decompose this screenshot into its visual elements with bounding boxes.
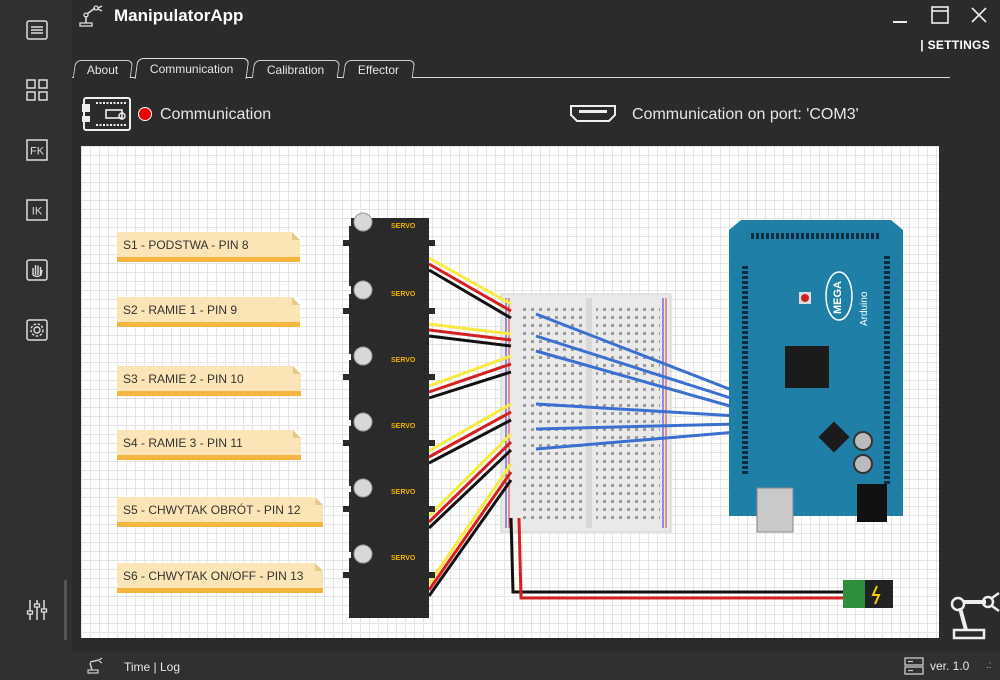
ik-label: IK xyxy=(32,206,43,218)
tab-bar: About Communication Calibration Effector xyxy=(72,58,950,79)
arduino-mega-board: MEGA Arduino xyxy=(729,220,903,533)
connection-status-indicator xyxy=(138,107,152,121)
status-bar: Time | Log ver. 1.0 .: xyxy=(72,652,1000,680)
servo-label: SERVO xyxy=(391,291,416,298)
servo-note-s6: S6 - CHWYTAK ON/OFF - PIN 13 xyxy=(117,563,323,593)
connection-status-label: Communication xyxy=(160,106,272,123)
servo-note-s2: S2 - RAMIE 1 - PIN 9 xyxy=(117,297,300,327)
sidebar-scrollbar[interactable] xyxy=(64,580,67,640)
robot-arm-icon[interactable] xyxy=(948,590,1000,640)
port-status-label: Communication on port: 'COM3' xyxy=(632,106,859,123)
hand-icon[interactable] xyxy=(25,258,49,282)
robot-arm-logo-icon xyxy=(79,5,103,27)
servo-label: SERVO xyxy=(391,357,416,364)
servo-note-s4: S4 - RAMIE 3 - PIN 11 xyxy=(117,430,301,460)
servo-wires xyxy=(427,256,513,597)
app-window: FK IK ManipulatorApp | SETTINGS About Co… xyxy=(0,0,1000,680)
time-log-link[interactable]: Time | Log xyxy=(124,660,180,674)
app-title: ManipulatorApp xyxy=(114,6,244,25)
maximize-button[interactable] xyxy=(928,4,952,26)
gear-icon[interactable] xyxy=(25,318,49,342)
servo-label: SERVO xyxy=(391,423,416,430)
power-jack xyxy=(843,580,893,608)
ik-icon[interactable]: IK xyxy=(25,198,49,222)
server-icon xyxy=(904,657,924,675)
tab-about[interactable]: About xyxy=(72,60,134,78)
breadboard xyxy=(500,293,672,533)
settings-link[interactable]: | SETTINGS xyxy=(920,38,990,52)
fk-label: FK xyxy=(30,146,45,158)
tab-effector-label: Effector xyxy=(358,62,400,77)
board-model-label: MEGA xyxy=(832,281,844,314)
title-bar[interactable]: ManipulatorApp xyxy=(72,0,1000,30)
robot-arm-log-icon xyxy=(87,657,103,674)
servo-label: SERVO xyxy=(391,489,416,496)
tab-about-label: About xyxy=(87,62,119,77)
version-label: ver. 1.0 xyxy=(930,659,970,673)
servo-label: SERVO xyxy=(391,223,416,230)
servo-note-s5: S5 - CHWYTAK OBRÓT - PIN 12 xyxy=(117,497,323,527)
tab-communication-label: Communication xyxy=(150,62,234,76)
resize-grip[interactable]: .: xyxy=(986,660,992,671)
sidebar: FK IK xyxy=(0,0,72,680)
tab-effector[interactable]: Effector xyxy=(342,60,416,78)
arduino-board-icon xyxy=(82,97,131,131)
servo-motors: SERVO SERVO SERVO SERVO SERVO SERVO xyxy=(343,212,435,618)
servo-note-s3: S3 - RAMIE 2 - PIN 10 xyxy=(117,366,301,396)
dashboard-icon[interactable] xyxy=(25,78,49,102)
servo-label: SERVO xyxy=(391,555,416,562)
sliders-icon[interactable] xyxy=(25,598,49,622)
tab-calibration-label: Calibration xyxy=(267,62,325,77)
tab-communication[interactable]: Communication xyxy=(134,58,250,79)
wiring-diagram: MEGA Arduino SERVO SERVO SERVO SERVO SER… xyxy=(81,146,939,638)
board-brand-label: Arduino xyxy=(859,291,870,326)
port-connector-icon xyxy=(570,105,616,122)
close-button[interactable] xyxy=(967,4,991,26)
servo-note-s1: S1 - PODSTWA - PIN 8 xyxy=(117,232,300,262)
menu-icon[interactable] xyxy=(25,18,49,42)
fk-icon[interactable]: FK xyxy=(25,138,49,162)
minimize-button[interactable] xyxy=(888,4,912,26)
tab-calibration[interactable]: Calibration xyxy=(251,60,341,78)
